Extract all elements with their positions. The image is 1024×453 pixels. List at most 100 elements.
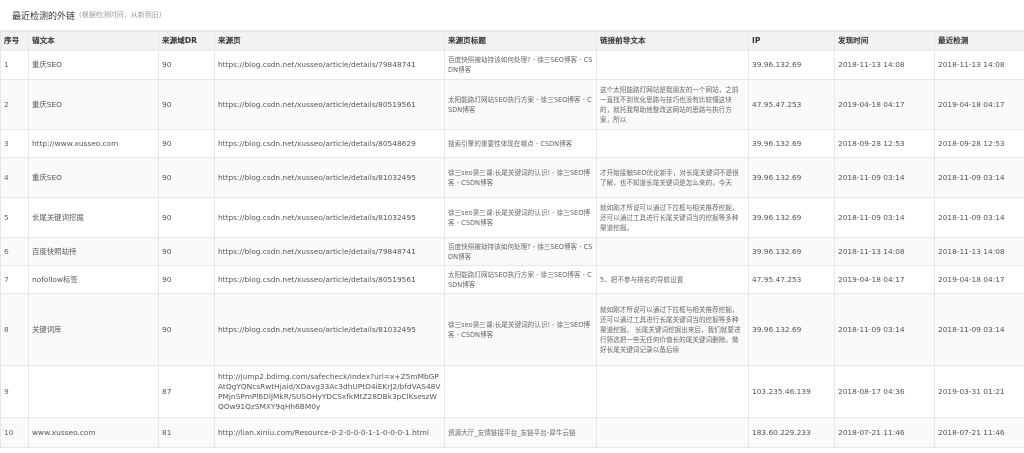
table-row: 8 关键词库 90 https://blog.csdn.net/xusseo/a… <box>0 293 1024 366</box>
cell-anchor: 重庆SEO <box>28 79 159 130</box>
cell-ip: 183.60.229.233 <box>748 417 835 448</box>
cell-found-time: 2019-04-18 04:17 <box>834 265 935 294</box>
cell-ip: 39.96.132.69 <box>748 293 835 366</box>
cell-lead-text <box>596 365 749 418</box>
cell-source-url[interactable]: https://blog.csdn.net/xusseo/article/det… <box>214 197 445 238</box>
column-header-dr[interactable]: 来源域DR <box>158 31 215 51</box>
cell-lead-text: 才开始接触SEO优化新手，对长尾关键词不是很了解，也不知道长尾关键词是怎么来的，… <box>596 157 749 198</box>
cell-anchor: 关键词库 <box>28 293 159 366</box>
cell-dr: 90 <box>158 50 215 80</box>
cell-source-url[interactable]: https://blog.csdn.net/xusseo/article/det… <box>214 129 445 158</box>
backlinks-table: 序号 锚文本 来源域DR 来源页 来源页标题 链接前导文本 IP 发现时间 最近… <box>0 31 1024 448</box>
cell-found-time: 2018-08-17 04:36 <box>834 365 935 418</box>
cell-anchor: 百度快照劫持 <box>28 237 159 266</box>
cell-found-time: 2018-11-09 03:14 <box>834 157 935 198</box>
cell-no: 1 <box>0 50 29 80</box>
cell-source-url[interactable]: https://blog.csdn.net/xusseo/article/det… <box>214 50 445 80</box>
cell-source-title: 百度快照被劫持该如何处理? - 徐三SEO博客 - CSDN博客 <box>444 237 597 266</box>
cell-no: 4 <box>0 157 29 198</box>
cell-source-url[interactable]: http://jump2.bdimg.com/safecheck/index?u… <box>214 365 445 418</box>
cell-last-check: 2018-09-28 12:53 <box>934 129 1024 158</box>
cell-ip: 39.96.132.69 <box>748 129 835 158</box>
column-header-anchor[interactable]: 锚文本 <box>28 31 159 51</box>
cell-source-title: 徐三seo第三课:长尾关键词的认识! - 徐三SEO博客 - CSDN博客 <box>444 197 597 238</box>
cell-ip: 39.96.132.69 <box>748 50 835 80</box>
cell-found-time: 2018-11-13 14:08 <box>834 50 935 80</box>
cell-anchor: www.xusseo.com <box>28 417 159 448</box>
cell-source-url[interactable]: https://blog.csdn.net/xusseo/article/det… <box>214 237 445 266</box>
table-row: 9 87 http://jump2.bdimg.com/safecheck/in… <box>0 365 1024 418</box>
table-row: 2 重庆SEO 90 https://blog.csdn.net/xusseo/… <box>0 79 1024 130</box>
column-header-source-url[interactable]: 来源页 <box>214 31 445 51</box>
table-row: 5 长尾关键词挖掘 90 https://blog.csdn.net/xusse… <box>0 197 1024 238</box>
cell-source-url[interactable]: https://blog.csdn.net/xusseo/article/det… <box>214 157 445 198</box>
cell-ip: 47.95.47.253 <box>748 265 835 294</box>
table-header-row: 序号 锚文本 来源域DR 来源页 来源页标题 链接前导文本 IP 发现时间 最近… <box>0 31 1024 51</box>
cell-dr: 90 <box>158 129 215 158</box>
cell-last-check: 2018-07-21 11:46 <box>934 417 1024 448</box>
cell-anchor: http://www.xusseo.com <box>28 129 159 158</box>
column-header-found-time[interactable]: 发现时间 <box>834 31 935 51</box>
backlinks-panel: 最近检测的外链 (根据检测时间，从新到旧) 序号 锚文本 来源域DR 来源页 来… <box>0 0 1024 453</box>
table-row: 6 百度快照劫持 90 https://blog.csdn.net/xusseo… <box>0 237 1024 266</box>
cell-no: 8 <box>0 293 29 366</box>
cell-found-time: 2019-04-18 04:17 <box>834 79 935 130</box>
cell-last-check: 2019-04-18 04:17 <box>934 265 1024 294</box>
table-row: 7 nofollow标签 90 https://blog.csdn.net/xu… <box>0 265 1024 294</box>
cell-dr: 90 <box>158 79 215 130</box>
column-header-last-check[interactable]: 最近检测 <box>934 31 1024 51</box>
cell-dr: 90 <box>158 265 215 294</box>
cell-source-url[interactable]: https://blog.csdn.net/xusseo/article/det… <box>214 293 445 366</box>
cell-lead-text: 就如刚才所说可以通过下拉框与相关推荐挖掘，还可以通过工具进行长尾关键词当的挖掘等… <box>596 293 749 366</box>
cell-source-title: 资源大厅_友情链接平台_友链平台-犀牛云链 <box>444 417 597 448</box>
panel-note: (根据检测时间，从新到旧) <box>79 11 162 19</box>
column-header-source-title[interactable]: 来源页标题 <box>444 31 597 51</box>
cell-found-time: 2018-11-13 14:08 <box>834 237 935 266</box>
cell-lead-text: 就如刚才所说可以通过下拉框与相关推荐挖掘，还可以通过工具进行长尾关键词当的挖掘等… <box>596 197 749 238</box>
cell-lead-text: 这个太阳能路灯网站是我朋友的一个网站，之前一直找不到优化思路与技巧也没有比较懂这… <box>596 79 749 130</box>
cell-anchor <box>28 365 159 418</box>
cell-anchor: 长尾关键词挖掘 <box>28 197 159 238</box>
cell-source-url[interactable]: https://blog.csdn.net/xusseo/article/det… <box>214 79 445 130</box>
cell-dr: 90 <box>158 237 215 266</box>
cell-source-title: 徐三seo第三课:长尾关键词的认识! - 徐三SEO博客 - CSDN博客 <box>444 157 597 198</box>
table-row: 10 www.xusseo.com 81 http://lian.xiniu.c… <box>0 417 1024 448</box>
column-header-ip[interactable]: IP <box>748 31 835 51</box>
column-header-lead-text[interactable]: 链接前导文本 <box>596 31 749 51</box>
cell-lead-text <box>596 237 749 266</box>
cell-source-url[interactable]: http://lian.xiniu.com/Resource-0-2-0-0-0… <box>214 417 445 448</box>
cell-ip: 39.96.132.69 <box>748 237 835 266</box>
cell-ip: 103.235.46.139 <box>748 365 835 418</box>
cell-anchor: 重庆SEO <box>28 157 159 198</box>
cell-anchor: 重庆SEO <box>28 50 159 80</box>
cell-source-title: 搜索引擎的重要性体现在哪点 - CSDN博客 <box>444 129 597 158</box>
column-header-no[interactable]: 序号 <box>0 31 29 51</box>
cell-ip: 39.96.132.69 <box>748 157 835 198</box>
cell-last-check: 2018-11-09 03:14 <box>934 157 1024 198</box>
cell-dr: 90 <box>158 157 215 198</box>
cell-no: 9 <box>0 365 29 418</box>
cell-anchor: nofollow标签 <box>28 265 159 294</box>
cell-source-title: 太阳能路灯网站SEO执行方案 - 徐三SEO博客 - CSDN博客 <box>444 79 597 130</box>
cell-no: 10 <box>0 417 29 448</box>
cell-found-time: 2018-09-28 12:53 <box>834 129 935 158</box>
cell-lead-text <box>596 417 749 448</box>
cell-dr: 81 <box>158 417 215 448</box>
cell-no: 7 <box>0 265 29 294</box>
table-row: 3 http://www.xusseo.com 90 https://blog.… <box>0 129 1024 158</box>
cell-source-title <box>444 365 597 418</box>
cell-dr: 90 <box>158 293 215 366</box>
cell-source-url[interactable]: https://blog.csdn.net/xusseo/article/det… <box>214 265 445 294</box>
cell-lead-text <box>596 129 749 158</box>
panel-title: 最近检测的外链 <box>12 11 76 22</box>
table-row: 1 重庆SEO 90 https://blog.csdn.net/xusseo/… <box>0 50 1024 80</box>
cell-last-check: 2018-11-13 14:08 <box>934 237 1024 266</box>
cell-lead-text: 5、把不参与排名的导航设置 <box>596 265 749 294</box>
cell-last-check: 2019-03-31 01:21 <box>934 365 1024 418</box>
cell-found-time: 2018-11-09 03:14 <box>834 197 935 238</box>
cell-dr: 90 <box>158 197 215 238</box>
cell-found-time: 2018-07-21 11:46 <box>834 417 935 448</box>
cell-ip: 39.96.132.69 <box>748 197 835 238</box>
cell-ip: 47.95.47.253 <box>748 79 835 130</box>
cell-source-title: 太阳能路灯网站SEO执行方案 - 徐三SEO博客 - CSDN博客 <box>444 265 597 294</box>
